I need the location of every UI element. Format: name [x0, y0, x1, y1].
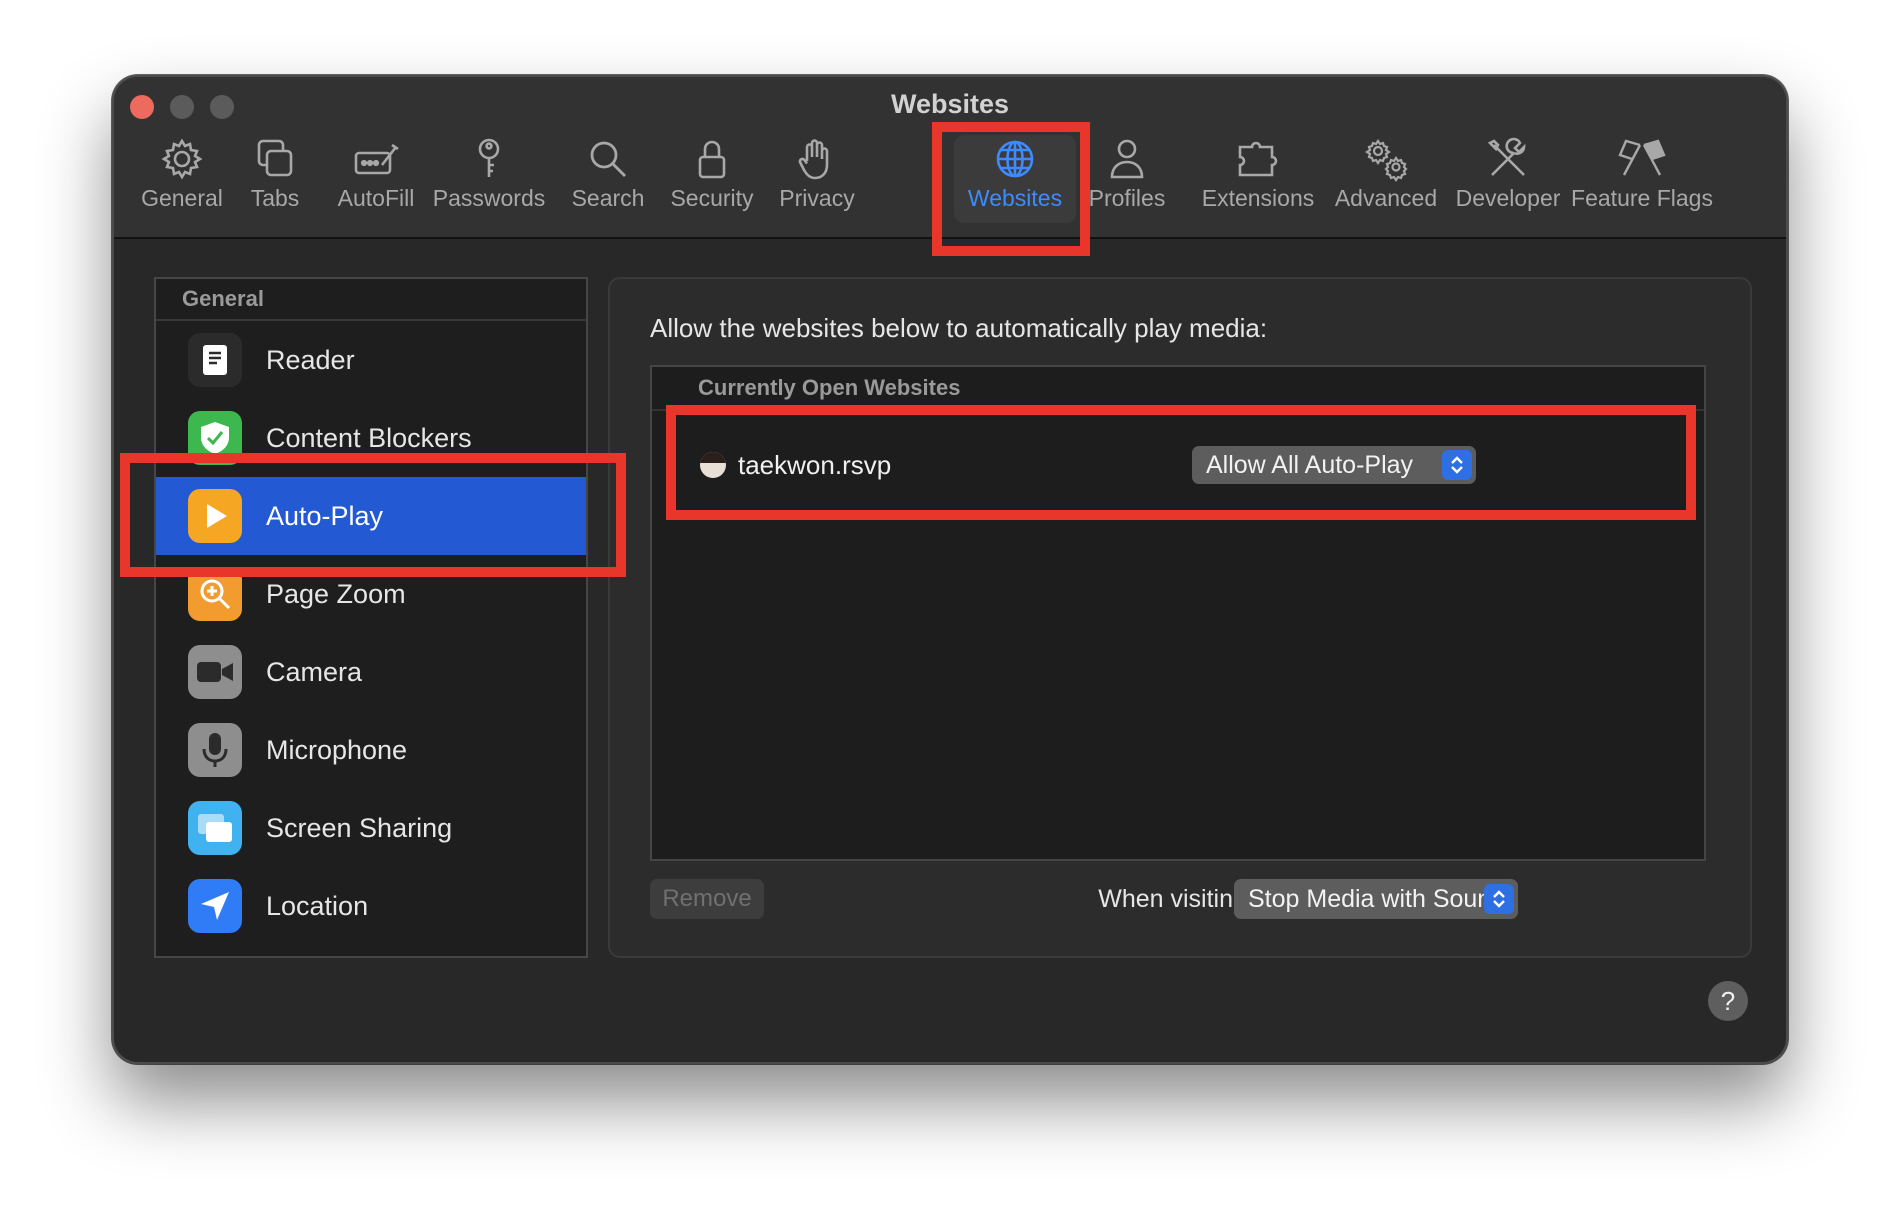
sidebar-item-label: Camera [266, 656, 363, 687]
highlight-auto-play-item [120, 453, 626, 577]
search-icon [590, 141, 626, 177]
tab-privacy-label: Privacy [779, 185, 855, 211]
tab-search-label: Search [571, 185, 645, 211]
key-icon [478, 138, 500, 177]
screen-sharing-icon [188, 801, 242, 855]
tab-general[interactable]: General [132, 135, 232, 219]
microphone-icon [188, 723, 242, 777]
tab-autofill-label: AutoFill [337, 185, 415, 211]
remove-button[interactable]: Remove [650, 879, 764, 919]
sidebar-item-label: Screen Sharing [266, 812, 453, 843]
sidebar-item-label: Location [266, 890, 369, 921]
gears-icon [1365, 139, 1408, 182]
autofill-icon [354, 143, 399, 175]
tab-extensions[interactable]: Extensions [1196, 135, 1320, 219]
sidebar-header: General [156, 279, 586, 321]
tabs-icon [257, 139, 293, 177]
highlight-websites-tab [932, 122, 1090, 256]
sidebar: General Reader Content Blockers Auto-Pla… [154, 277, 588, 958]
auto-play-panel: Allow the websites below to automaticall… [608, 277, 1752, 958]
sidebar-item-label: Page Zoom [266, 578, 406, 609]
flags-icon [1618, 139, 1666, 176]
other-websites-select[interactable]: Stop Media with Sound [1234, 879, 1518, 919]
tab-privacy[interactable]: Privacy [772, 135, 862, 219]
puzzle-icon [1238, 141, 1278, 177]
tab-extensions-label: Extensions [1201, 185, 1315, 211]
sidebar-item-microphone[interactable]: Microphone [156, 711, 586, 789]
tab-profiles-label: Profiles [1088, 185, 1166, 211]
chevron-up-down-icon [1484, 884, 1514, 914]
tab-autofill[interactable]: AutoFill [326, 135, 426, 219]
sidebar-item-location[interactable]: Location [156, 867, 586, 945]
other-websites-value: Stop Media with Sound [1248, 884, 1506, 913]
hand-icon [798, 139, 829, 180]
sidebar-item-label: Content Blockers [266, 422, 472, 453]
tab-tabs-label: Tabs [250, 185, 300, 211]
reader-icon [188, 333, 242, 387]
tab-passwords-label: Passwords [432, 185, 546, 211]
tab-profiles[interactable]: Profiles [1084, 135, 1170, 219]
sidebar-item-reader[interactable]: Reader [156, 321, 586, 399]
tab-feature-flags-label: Feature Flags [1571, 185, 1713, 211]
tab-security[interactable]: Security [662, 135, 762, 219]
tab-advanced[interactable]: Advanced [1330, 135, 1442, 219]
tab-passwords[interactable]: Passwords [426, 135, 552, 219]
location-arrow-icon [188, 879, 242, 933]
person-icon [1110, 139, 1144, 179]
panel-description: Allow the websites below to automaticall… [650, 313, 1268, 343]
tab-advanced-label: Advanced [1334, 185, 1438, 211]
tab-security-label: Security [670, 185, 754, 211]
camera-icon [188, 645, 242, 699]
tools-icon [1487, 137, 1526, 176]
tab-developer[interactable]: Developer [1452, 135, 1564, 219]
tab-developer-label: Developer [1455, 185, 1561, 211]
window-title: Websites [890, 89, 1010, 119]
sidebar-item-label: Reader [266, 344, 355, 375]
help-button[interactable]: ? [1708, 981, 1748, 1021]
sidebar-item-camera[interactable]: Camera [156, 633, 586, 711]
sidebar-item-screen-sharing[interactable]: Screen Sharing [156, 789, 586, 867]
tab-general-label: General [141, 185, 223, 211]
tab-feature-flags[interactable]: Feature Flags [1566, 135, 1718, 219]
sidebar-item-label: Microphone [266, 734, 408, 765]
highlight-site-row [666, 405, 1696, 520]
tab-search[interactable]: Search [560, 135, 656, 219]
lock-icon [698, 140, 726, 179]
tab-tabs[interactable]: Tabs [232, 135, 318, 219]
gear-icon [161, 138, 203, 180]
